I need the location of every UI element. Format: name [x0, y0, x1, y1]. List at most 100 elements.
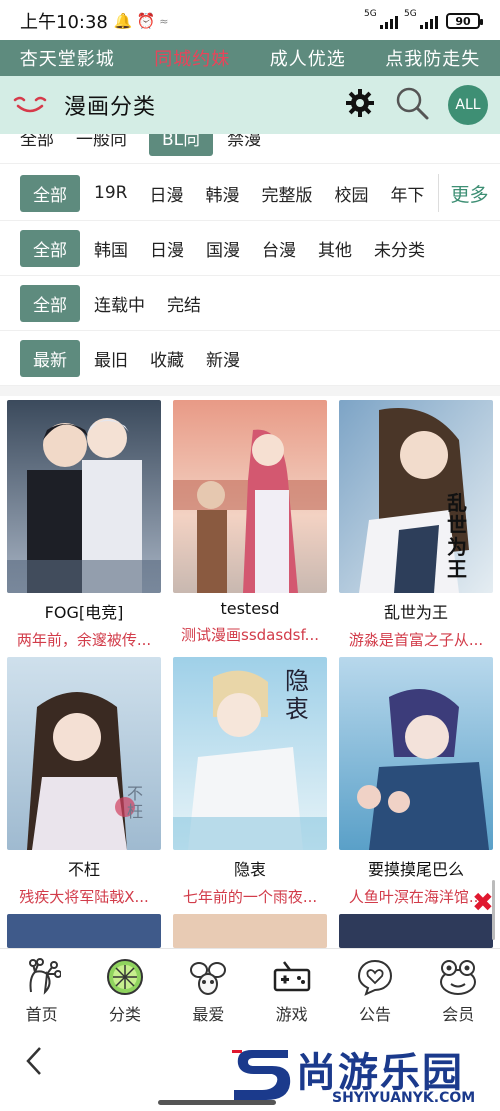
- filter-chip[interactable]: 收藏: [150, 346, 184, 371]
- filter-chip[interactable]: 年下: [390, 181, 424, 206]
- heart-bubble-icon: [355, 957, 395, 997]
- status-time: 上午10:38: [20, 12, 108, 33]
- comic-card[interactable]: 隐衷 隐衷 七年前的一个雨夜...: [173, 657, 327, 907]
- tab-label: 分类: [108, 1004, 141, 1024]
- comic-cover[interactable]: [7, 400, 161, 593]
- tab-notice[interactable]: 公告: [333, 949, 416, 1032]
- comic-title: 要摸摸尾巴么: [367, 860, 464, 879]
- comic-cover[interactable]: 不枉: [7, 657, 161, 850]
- page-title: 漫画分类: [64, 95, 157, 120]
- comic-cover-partial[interactable]: [339, 914, 493, 948]
- sim-icon: ≈: [159, 14, 169, 28]
- comic-desc: 七年前的一个雨夜...: [182, 888, 318, 906]
- filter-chip[interactable]: 19R: [94, 183, 127, 203]
- status-bar: 上午10:38 🔔 ⏰ ≈ 5G 5G 90: [0, 0, 500, 42]
- promo-link-4[interactable]: 点我防走失: [385, 45, 480, 71]
- tab-label: 最爱: [192, 1004, 225, 1024]
- filter-chip[interactable]: 最旧: [94, 346, 128, 371]
- filter-chip-selected[interactable]: 全部: [20, 229, 80, 267]
- comic-card[interactable]: 乱世为王 乱世为王 游淼是首富之子从...: [339, 400, 493, 650]
- divider: [0, 386, 500, 396]
- filter-chip[interactable]: 完结: [167, 291, 201, 316]
- tab-games[interactable]: 游戏: [250, 949, 333, 1032]
- watermark: 尚游乐园 SHYIYUANYK.COM: [232, 1040, 500, 1111]
- app-logo-icon[interactable]: [12, 92, 48, 118]
- promo-link-3[interactable]: 成人优选: [270, 45, 346, 71]
- filter-row-status: 全部 连载中 完结: [0, 276, 500, 331]
- promo-bar: 杏天堂影城 同城约妹 成人优选 点我防走失: [0, 40, 500, 76]
- settings-gear-icon[interactable]: [344, 87, 376, 123]
- bee-icon: [188, 957, 228, 997]
- comic-card[interactable]: testesd 测试漫画ssdasdsf...: [173, 400, 327, 645]
- comic-cover-partial[interactable]: [173, 914, 327, 948]
- frog-hand-icon: [22, 957, 62, 997]
- game-console-icon: [272, 957, 312, 997]
- filter-chip[interactable]: 韩国: [94, 236, 128, 261]
- filter-chip-selected[interactable]: 全部: [20, 174, 80, 212]
- tab-label: 游戏: [275, 1004, 308, 1024]
- comic-title: 乱世为王: [383, 603, 448, 622]
- filter-chip[interactable]: 新漫: [206, 346, 240, 371]
- comic-cover[interactable]: [173, 400, 327, 593]
- comic-cover[interactable]: [339, 657, 493, 850]
- filter-chip[interactable]: 连载中: [94, 291, 145, 316]
- tab-label: 会员: [442, 1004, 475, 1024]
- search-icon[interactable]: [394, 85, 430, 125]
- comic-cover[interactable]: 隐衷: [173, 657, 327, 850]
- comic-title: 隐衷: [233, 860, 266, 879]
- filter-chip-selected[interactable]: 全部: [20, 284, 80, 322]
- promo-link-1[interactable]: 杏天堂影城: [20, 45, 115, 71]
- bottom-tab-bar: 首页 分类 最爱 游戏 公告 会员: [0, 948, 500, 1032]
- filter-chip[interactable]: 完整版: [261, 181, 312, 206]
- filter-chip[interactable]: 韩漫: [205, 181, 239, 206]
- filter-row-tags: 全部 19R 日漫 韩漫 完整版 校园 年下 更多: [0, 166, 500, 221]
- filter-chip[interactable]: 国漫: [206, 236, 240, 261]
- filter-chip[interactable]: 未分类: [374, 236, 425, 261]
- comic-desc: 两年前，余邃被传...: [16, 631, 152, 649]
- app-header-overlay: 漫画分类 ALL: [0, 76, 500, 134]
- scrollbar[interactable]: [492, 880, 495, 940]
- comic-card[interactable]: 要摸摸尾巴么 人鱼叶溟在海洋馆...: [339, 657, 493, 907]
- comic-card[interactable]: 不枉 不枉 残疾大将军陆戟X...: [7, 657, 161, 907]
- filter-row-region: 全部 韩国 日漫 国漫 台漫 其他 未分类: [0, 221, 500, 276]
- filter-chip[interactable]: 校园: [334, 181, 368, 206]
- close-ad-icon[interactable]: ✖: [472, 888, 494, 918]
- filter-chip[interactable]: 日漫: [149, 181, 183, 206]
- cover-calligraphy: 隐衷: [285, 667, 309, 723]
- comic-desc: 游淼是首富之子从...: [348, 631, 484, 649]
- filter-chip[interactable]: 日漫: [150, 236, 184, 261]
- more-tags-button[interactable]: 更多: [438, 174, 500, 212]
- comic-desc: 人鱼叶溟在海洋馆...: [348, 888, 484, 906]
- back-chevron-icon[interactable]: [24, 1046, 44, 1084]
- comic-title: testesd: [220, 599, 280, 618]
- comic-title: FOG[电竞]: [44, 603, 124, 622]
- filter-chip[interactable]: 其他: [318, 236, 352, 261]
- tab-label: 首页: [25, 1004, 58, 1024]
- tab-home[interactable]: 首页: [0, 949, 83, 1032]
- signal-icon: 5G: [364, 9, 398, 29]
- watermark-logo-icon: [232, 1050, 291, 1100]
- tab-category[interactable]: 分类: [83, 949, 166, 1032]
- comic-cover-partial[interactable]: [7, 914, 161, 948]
- notification-bell-icon: 🔔: [113, 12, 133, 30]
- all-button[interactable]: ALL: [448, 85, 488, 125]
- filter-chip-selected[interactable]: 最新: [20, 339, 80, 377]
- cover-calligraphy: 不枉: [127, 784, 144, 821]
- cover-calligraphy: 乱世为王: [447, 491, 467, 581]
- tab-member[interactable]: 会员: [417, 949, 500, 1032]
- comic-desc: 测试漫画ssdasdsf...: [181, 626, 319, 644]
- watermark-url: SHYIYUANYK.COM: [332, 1090, 476, 1106]
- signal-icon-2: 5G: [404, 9, 438, 29]
- tab-favorites[interactable]: 最爱: [167, 949, 250, 1032]
- comic-title: 不枉: [67, 860, 100, 879]
- category-lime-icon: [105, 957, 145, 997]
- comic-card[interactable]: FOG[电竞] 两年前，余邃被传...: [7, 400, 161, 650]
- promo-link-2[interactable]: 同城约妹: [154, 45, 230, 71]
- comic-desc: 残疾大将军陆戟X...: [19, 888, 149, 906]
- tab-label: 公告: [358, 1004, 391, 1024]
- filter-row-sort: 最新 最旧 收藏 新漫: [0, 331, 500, 386]
- comic-cover[interactable]: 乱世为王: [339, 400, 493, 593]
- battery-icon: 90: [446, 13, 483, 29]
- filter-chip[interactable]: 台漫: [262, 236, 296, 261]
- alarm-icon: ⏰: [136, 12, 156, 30]
